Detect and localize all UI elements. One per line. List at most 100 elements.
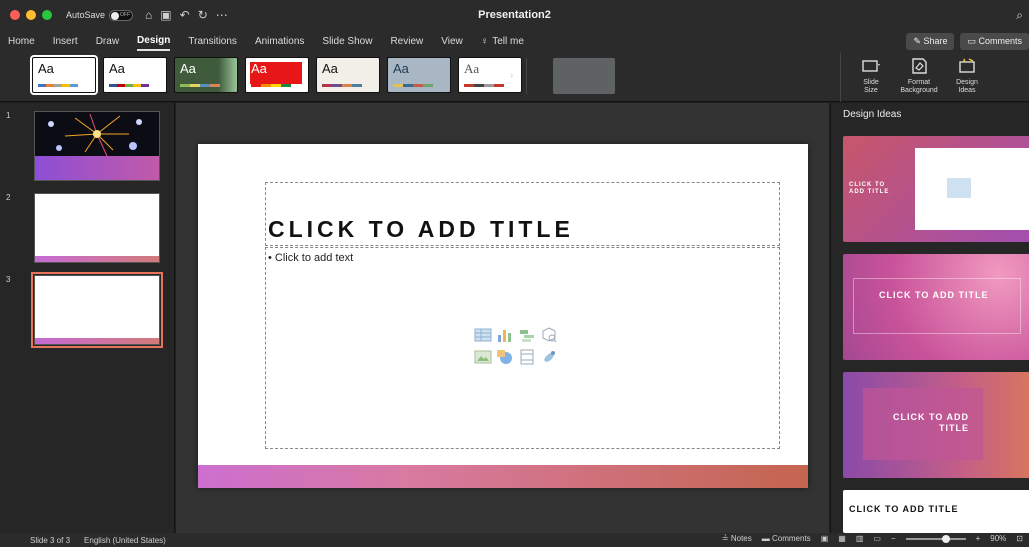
lightbulb-icon: ♀	[480, 35, 489, 47]
title-placeholder-text: CLICK TO ADD TITLE	[268, 216, 574, 242]
insert-3d-model-icon[interactable]	[540, 326, 558, 344]
design-ideas-pane: Design Ideas CLICK TO ADD TITLE CLICK TO…	[830, 103, 1029, 533]
insert-table-icon[interactable]	[474, 326, 492, 344]
autosave-label: AutoSave	[66, 10, 106, 20]
share-button[interactable]: ✎ Share	[906, 33, 955, 50]
zoom-window-button[interactable]	[42, 10, 52, 20]
insert-video-icon[interactable]	[518, 348, 536, 366]
slide-counter: Slide 3 of 3	[30, 535, 71, 545]
thumbnail-band	[35, 156, 159, 180]
slide-size-icon	[862, 60, 880, 72]
more-icon[interactable]: ⋯	[216, 8, 228, 22]
slide-editor-canvas: CLICK TO ADD TITLE • Click to add text	[176, 103, 829, 533]
slide-thumbnail-3[interactable]	[31, 272, 163, 348]
theme-variant[interactable]	[553, 58, 615, 94]
autosave-toggle[interactable]: OFF	[109, 9, 134, 21]
tab-insert[interactable]: Insert	[53, 33, 78, 50]
design-ideas-button[interactable]: Design Ideas	[947, 52, 987, 102]
design-idea-3[interactable]: CLICK TO ADD TITLE	[843, 372, 1029, 478]
tab-slide-show[interactable]: Slide Show	[322, 33, 372, 50]
tab-animations[interactable]: Animations	[255, 33, 304, 50]
insert-chart-icon[interactable]	[496, 326, 514, 344]
theme-gallery: Aa Aa Aa Aa Aa Aa Aa	[30, 55, 522, 95]
comments-button[interactable]: ▭ Comments	[960, 33, 1029, 50]
titlebar-right: ⌕	[1016, 8, 1023, 23]
slide-number: 2	[6, 193, 11, 202]
body-placeholder-label: Click to add text	[274, 252, 354, 264]
theme-gallery-more-icon[interactable]: ›	[510, 70, 513, 81]
slide-thumbnail-2[interactable]	[34, 193, 160, 263]
title-placeholder[interactable]: CLICK TO ADD TITLE	[265, 182, 780, 246]
zoom-slider[interactable]	[905, 534, 966, 543]
theme-6[interactable]: Aa	[387, 57, 451, 93]
window-controls	[10, 10, 52, 20]
insert-picture-icon[interactable]	[474, 348, 492, 366]
theme-color-bar	[251, 84, 291, 87]
design-idea-2[interactable]: CLICK TO ADD TITLE	[843, 254, 1029, 360]
theme-5[interactable]: Aa	[316, 57, 380, 93]
theme-office[interactable]: Aa	[30, 55, 98, 95]
theme-label: Aa	[109, 61, 125, 76]
tell-me-label: Tell me	[492, 35, 524, 47]
comment-icon: ▬	[761, 534, 772, 543]
reading-view-icon[interactable]: ▥	[856, 534, 864, 543]
slideshow-icon[interactable]: ▭	[873, 534, 881, 543]
minimize-window-button[interactable]	[26, 10, 36, 20]
notes-label: Notes	[730, 534, 752, 543]
design-ideas-label: Design Ideas	[956, 79, 978, 94]
save-icon[interactable]: ▣	[160, 8, 171, 22]
design-idea-label: CLICK TO ADD TITLE	[879, 290, 989, 300]
notes-icon: ≟	[721, 534, 731, 543]
undo-icon[interactable]: ↶	[180, 8, 190, 22]
status-comments-button[interactable]: ▬ Comments	[762, 534, 811, 543]
status-right: ≟ Notes ▬ Comments ▣ ▦ ▥ ▭ − + 90% ⊡	[722, 534, 1023, 543]
theme-2[interactable]: Aa	[103, 57, 167, 93]
slide-number: 1	[6, 111, 11, 120]
tab-home[interactable]: Home	[8, 33, 35, 50]
close-window-button[interactable]	[10, 10, 20, 20]
insert-icons-icon[interactable]	[540, 348, 558, 366]
tell-me-search[interactable]: ♀ Tell me	[481, 33, 524, 50]
fit-slide-icon[interactable]: ⊡	[1016, 534, 1023, 543]
tab-view[interactable]: View	[441, 33, 463, 50]
idea-frame	[853, 278, 1021, 334]
content-placeholder[interactable]: • Click to add text	[265, 247, 780, 449]
tab-review[interactable]: Review	[390, 33, 423, 50]
slide-size-button[interactable]: Slide Size	[851, 52, 891, 102]
zoom-out-icon[interactable]: −	[891, 534, 896, 543]
design-idea-1[interactable]: CLICK TO ADD TITLE	[843, 136, 1029, 242]
slide-thumbnail-1[interactable]	[34, 111, 160, 181]
insert-online-picture-icon[interactable]	[496, 348, 514, 366]
theme-3[interactable]: Aa	[174, 57, 238, 93]
notes-button[interactable]: ≟ Notes	[722, 534, 752, 543]
redo-icon[interactable]: ↻	[198, 8, 208, 22]
format-background-button[interactable]: Format Background	[899, 52, 939, 102]
slide-thumbnails-pane: 1 2 3	[0, 103, 175, 533]
slide-sorter-icon[interactable]: ▦	[838, 534, 846, 543]
thumbnail-strip	[35, 256, 159, 262]
tab-draw[interactable]: Draw	[96, 33, 119, 50]
design-idea-4[interactable]: CLICK TO ADD TITLE	[843, 490, 1029, 533]
insert-smartart-icon[interactable]	[518, 326, 536, 344]
slide-number: 3	[6, 275, 11, 284]
share-icon: ✎	[913, 36, 924, 46]
search-icon[interactable]: ⌕	[1016, 8, 1023, 23]
language-indicator[interactable]: English (United States)	[84, 536, 166, 545]
share-label: Share	[923, 36, 948, 46]
autosave-state: OFF	[120, 11, 131, 18]
idea-icons	[947, 178, 971, 198]
zoom-in-icon[interactable]: +	[976, 534, 981, 543]
tab-design[interactable]: Design	[137, 32, 171, 51]
theme-label: Aa	[251, 61, 267, 76]
title-bar: AutoSave OFF ⌂ ▣ ↶ ↻ ⋯ Presentation2 ⌕	[0, 0, 1029, 30]
theme-color-bar	[180, 84, 220, 87]
zoom-level[interactable]: 90%	[990, 534, 1006, 543]
comment-icon: ▭	[967, 36, 979, 46]
normal-view-icon[interactable]: ▣	[821, 534, 829, 543]
design-ideas-title: Design Ideas	[843, 109, 902, 120]
theme-4[interactable]: Aa	[245, 57, 309, 93]
tabs-right-actions: ✎ Share ▭ Comments	[906, 33, 1029, 50]
tab-transitions[interactable]: Transitions	[188, 33, 237, 50]
current-slide: CLICK TO ADD TITLE • Click to add text	[198, 144, 808, 488]
home-icon[interactable]: ⌂	[145, 8, 152, 22]
